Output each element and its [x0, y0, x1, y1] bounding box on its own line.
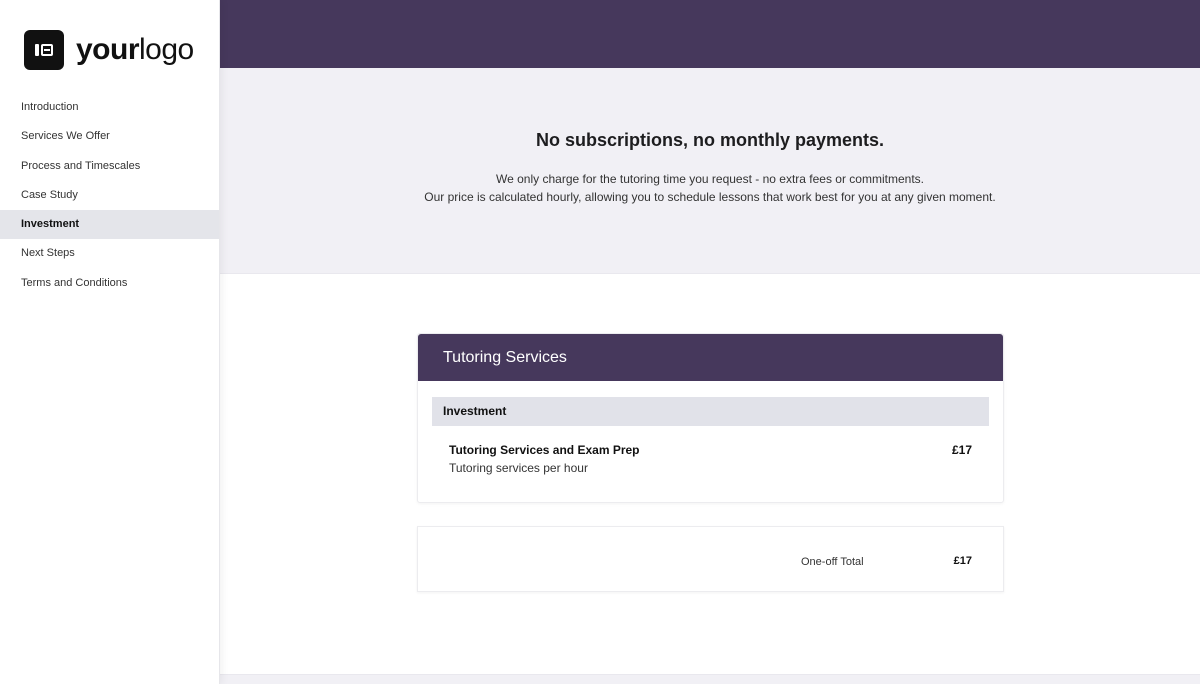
- hero-title: No subscriptions, no monthly payments.: [535, 130, 885, 150]
- app: yourlogo Introduction Services We Offer …: [0, 0, 1200, 684]
- top-banner: [220, 0, 1200, 68]
- total-card: One-off Total £17: [417, 526, 1004, 592]
- line-item-price: £17: [951, 443, 972, 457]
- hero-section: No subscriptions, no monthly payments. W…: [220, 68, 1200, 274]
- sidebar: yourlogo Introduction Services We Offer …: [0, 0, 220, 684]
- sidebar-item-next-steps[interactable]: Next Steps: [0, 239, 219, 268]
- logo[interactable]: yourlogo: [24, 30, 194, 70]
- line-item-description: Tutoring services per hour: [449, 461, 588, 475]
- footer-strip: [220, 674, 1200, 684]
- pricing-card-title: Tutoring Services: [418, 334, 1003, 381]
- line-item-name: Tutoring Services and Exam Prep: [449, 443, 640, 457]
- hero-text-line-2: Our price is calculated hourly, allowing…: [424, 190, 996, 204]
- sidebar-item-services-we-offer[interactable]: Services We Offer: [0, 122, 219, 151]
- sidebar-item-introduction[interactable]: Introduction: [0, 93, 219, 122]
- pricing-card: Tutoring Services Investment Tutoring Se…: [417, 333, 1004, 503]
- sidebar-item-investment[interactable]: Investment: [0, 210, 219, 240]
- hero-text-line-1: We only charge for the tutoring time you…: [496, 172, 924, 186]
- sidebar-item-terms-and-conditions[interactable]: Terms and Conditions: [0, 269, 219, 298]
- sidebar-item-process-and-timescales[interactable]: Process and Timescales: [0, 152, 219, 181]
- logo-text: yourlogo: [76, 33, 194, 66]
- pricing-section-label: Investment: [432, 397, 989, 426]
- sidebar-nav: Introduction Services We Offer Process a…: [0, 93, 219, 298]
- logo-icon: [24, 30, 64, 70]
- main-content: No subscriptions, no monthly payments. W…: [220, 0, 1200, 684]
- total-value: £17: [953, 555, 972, 567]
- sidebar-item-case-study[interactable]: Case Study: [0, 181, 219, 210]
- total-label: One-off Total: [801, 556, 864, 568]
